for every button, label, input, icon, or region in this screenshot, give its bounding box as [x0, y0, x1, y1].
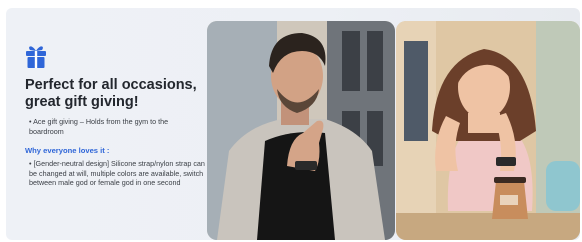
gift-icon	[25, 43, 47, 69]
section-title: Perfect for all occasions, great gift gi…	[25, 77, 197, 110]
feature-bullet-design: • [Gender-neutral design] Silicone strap…	[29, 159, 205, 187]
man-wearing-watch-photo	[207, 21, 395, 240]
section-subheading: Why everyone loves it :	[25, 146, 110, 155]
woman-wearing-watch-photo	[396, 21, 580, 240]
feature-bullet-gift: • Ace gift giving – Holds from the gym t…	[29, 117, 169, 136]
